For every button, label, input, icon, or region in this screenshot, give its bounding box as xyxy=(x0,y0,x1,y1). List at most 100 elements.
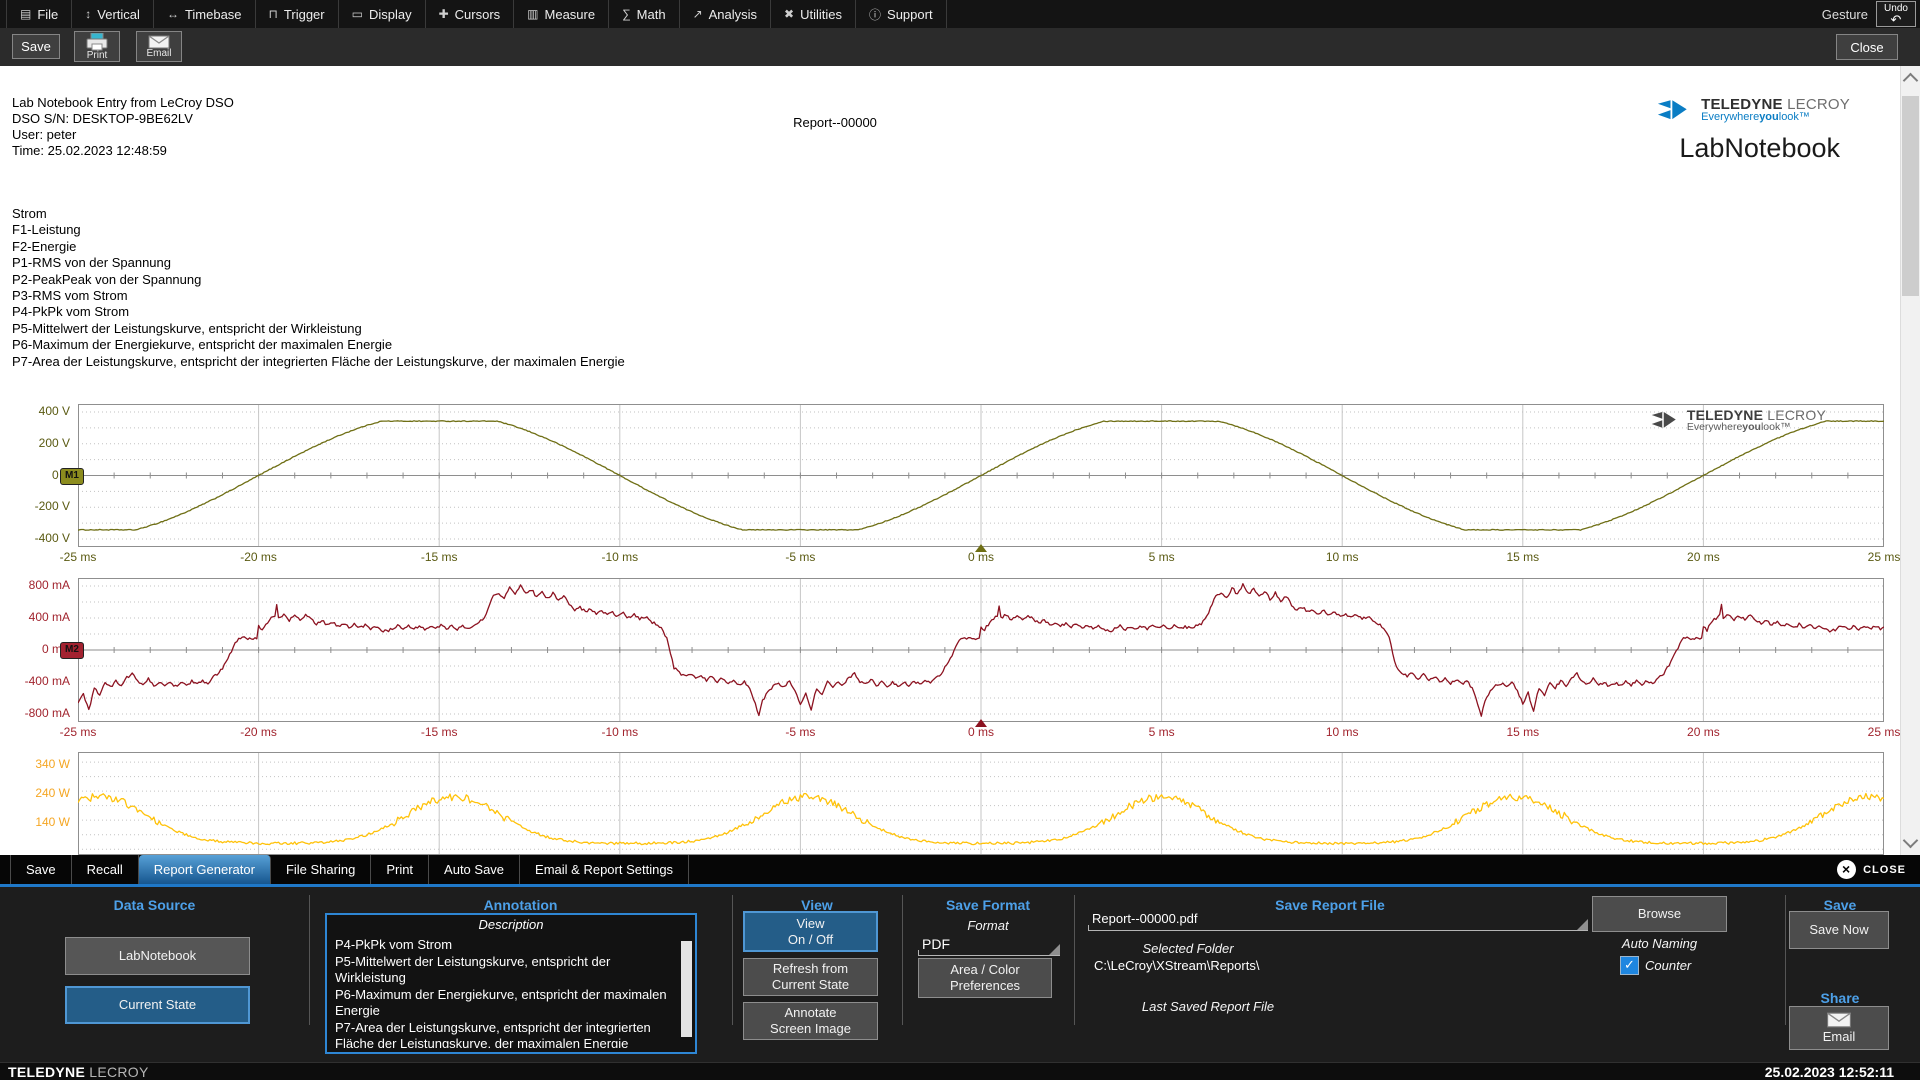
labnotebook-source-button[interactable]: LabNotebook xyxy=(65,937,250,975)
voltage-x-tick: -25 ms xyxy=(48,550,108,564)
utilities-icon: ✖ xyxy=(784,7,794,21)
tab-auto-save[interactable]: Auto Save xyxy=(429,855,520,884)
power-waveform-svg xyxy=(78,752,1884,855)
status-brand-logo: TELEDYNE LECROY xyxy=(0,1064,149,1080)
setup-line: F1-Leistung xyxy=(12,222,625,238)
voltage-chart: 400 V200 V0 V-200 V-400 V TELEDYNE LECRO… xyxy=(8,404,1898,572)
annotate-screen-image-button[interactable]: Annotate Screen Image xyxy=(743,1002,878,1040)
current-x-tick: -15 ms xyxy=(409,725,469,739)
annotation-scrollbar-thumb[interactable] xyxy=(681,941,692,1037)
tab-save[interactable]: Save xyxy=(10,855,72,884)
current-x-tick: 10 ms xyxy=(1312,725,1372,739)
voltage-x-tick: -10 ms xyxy=(590,550,650,564)
menu-item-label: Math xyxy=(637,7,666,22)
voltage-waveform-svg xyxy=(78,404,1884,547)
print-button-label: Print xyxy=(87,52,108,60)
voltage-x-tick: -20 ms xyxy=(229,550,289,564)
setup-line: P6-Maximum der Energiekurve, entspricht … xyxy=(12,337,625,353)
status-datetime: 25.02.2023 12:52:11 xyxy=(1765,1064,1920,1080)
report-header-block: Lab Notebook Entry from LeCroy DSODSO S/… xyxy=(12,95,234,159)
menu-item-trigger[interactable]: ⊓ Trigger xyxy=(256,0,339,28)
setup-line: P3-RMS vom Strom xyxy=(12,288,625,304)
current-x-tick: -5 ms xyxy=(770,725,830,739)
power-y-tick: 140 W xyxy=(8,815,70,829)
report-filename-field[interactable]: Report--00000.pdf xyxy=(1088,909,1588,931)
area-color-preferences-button[interactable]: Area / Color Preferences xyxy=(918,958,1052,998)
report-header-line: Lab Notebook Entry from LeCroy DSO xyxy=(12,95,234,111)
setup-line: P4-PkPk vom Strom xyxy=(12,304,625,320)
voltage-y-tick: -400 V xyxy=(8,531,70,545)
setup-line: P2-PeakPeak von der Spannung xyxy=(12,272,625,288)
menu-item-utilities[interactable]: ✖Utilities xyxy=(771,0,856,28)
report-setup-list: StromF1-LeistungF2-EnergieP1-RMS von der… xyxy=(12,206,625,370)
current-y-tick: -800 mA xyxy=(8,706,70,720)
print-button[interactable]: Print xyxy=(74,31,120,62)
power-y-tick: 340 W xyxy=(8,757,70,771)
menu-item-file[interactable]: ▤File xyxy=(6,0,72,28)
menu-item-analysis[interactable]: ↗Analysis xyxy=(680,0,771,28)
tab-file-sharing[interactable]: File Sharing xyxy=(271,855,371,884)
current-x-tick: -20 ms xyxy=(229,725,289,739)
menu-item-vertical[interactable]: ↕Vertical xyxy=(72,0,154,28)
undo-button[interactable]: Undo ↶ xyxy=(1876,1,1916,27)
format-dropdown[interactable]: PDF xyxy=(918,934,1060,956)
annotation-line: P6-Maximum der Energiekurve, entspricht … xyxy=(335,987,675,1020)
counter-checkbox[interactable]: ✓ xyxy=(1620,956,1639,975)
watermark-logo-icon xyxy=(1651,411,1681,431)
tab-report-generator[interactable]: Report Generator xyxy=(139,855,271,884)
divider xyxy=(1785,895,1786,1025)
menu-item-math[interactable]: ∑Math xyxy=(609,0,679,28)
cursors-icon: ✚ xyxy=(439,7,449,21)
save-now-button[interactable]: Save Now xyxy=(1789,911,1889,949)
setup-line: P7-Area der Leistungskurve, entspricht d… xyxy=(12,354,625,370)
email-button-label: Email xyxy=(146,50,171,58)
menu-item-cursors[interactable]: ✚ Cursors xyxy=(426,0,515,28)
menu-item-timebase[interactable]: ↔Timebase xyxy=(154,0,256,28)
toolbar: Save Print Email Close xyxy=(0,28,1920,66)
menu-list: ▤File↕Vertical↔Timebase⊓Trigger▭Display✚… xyxy=(0,0,947,28)
voltage-trace-badge[interactable]: M1 xyxy=(60,468,84,485)
menu-item-measure[interactable]: ▥Measure xyxy=(514,0,609,28)
counter-checkbox-label: Counter xyxy=(1645,958,1715,973)
save-button[interactable]: Save xyxy=(12,34,60,59)
tab-recall[interactable]: Recall xyxy=(72,855,139,884)
menu-item-display[interactable]: ▭Display xyxy=(339,0,426,28)
section-title-data-source: Data Source xyxy=(0,897,309,913)
scrollbar-up-icon[interactable] xyxy=(1903,73,1919,89)
menu-item-label: Trigger xyxy=(284,7,325,22)
menu-item-support[interactable]: ⓘSupport xyxy=(856,0,947,28)
refresh-from-current-state-button[interactable]: Refresh from Current State xyxy=(743,958,878,996)
view-on-off-button[interactable]: View On / Off xyxy=(743,911,878,952)
close-button[interactable]: Close xyxy=(1836,34,1898,60)
share-email-button[interactable]: Email xyxy=(1789,1006,1889,1050)
annotation-description-box[interactable]: Description P4-PkPk vom StromP5-Mittelwe… xyxy=(325,913,697,1054)
menu-item-label: Timebase xyxy=(185,7,242,22)
gesture-label: Gesture xyxy=(1822,7,1868,22)
current-y-tick: -400 mA xyxy=(8,674,70,688)
divider xyxy=(1074,895,1075,1025)
scrollbar-thumb[interactable] xyxy=(1902,96,1919,296)
dialog-tab-bar: SaveRecallReport GeneratorFile SharingPr… xyxy=(0,855,1920,887)
voltage-x-tick: -5 ms xyxy=(770,550,830,564)
trigger-icon: ⊓ xyxy=(269,7,278,21)
tab-print[interactable]: Print xyxy=(371,855,429,884)
current-trigger-marker-icon[interactable] xyxy=(975,719,987,727)
email-button[interactable]: Email xyxy=(136,31,182,62)
voltage-x-tick: 5 ms xyxy=(1132,550,1192,564)
browse-button[interactable]: Browse xyxy=(1592,896,1727,932)
voltage-y-tick: -200 V xyxy=(8,499,70,513)
current-trace-badge[interactable]: M2 xyxy=(60,642,84,659)
tab-email-report-settings[interactable]: Email & Report Settings xyxy=(520,855,689,884)
menu-item-label: Cursors xyxy=(455,7,501,22)
menu-item-label: Display xyxy=(369,7,412,22)
dialog-close-button[interactable]: × CLOSE xyxy=(1837,855,1920,884)
document-scrollbar[interactable] xyxy=(1900,66,1920,855)
section-title-annotation: Annotation xyxy=(309,897,732,913)
current-state-source-button[interactable]: Current State xyxy=(65,986,250,1024)
report-document: Lab Notebook Entry from LeCroy DSODSO S/… xyxy=(0,66,1920,855)
voltage-trigger-marker-icon[interactable] xyxy=(975,544,987,552)
annotation-text[interactable]: P4-PkPk vom StromP5-Mittelwert der Leist… xyxy=(335,937,675,1048)
current-y-tick: 800 mA xyxy=(8,578,70,592)
share-envelope-icon xyxy=(1825,1012,1853,1028)
scrollbar-down-icon[interactable] xyxy=(1903,833,1919,849)
